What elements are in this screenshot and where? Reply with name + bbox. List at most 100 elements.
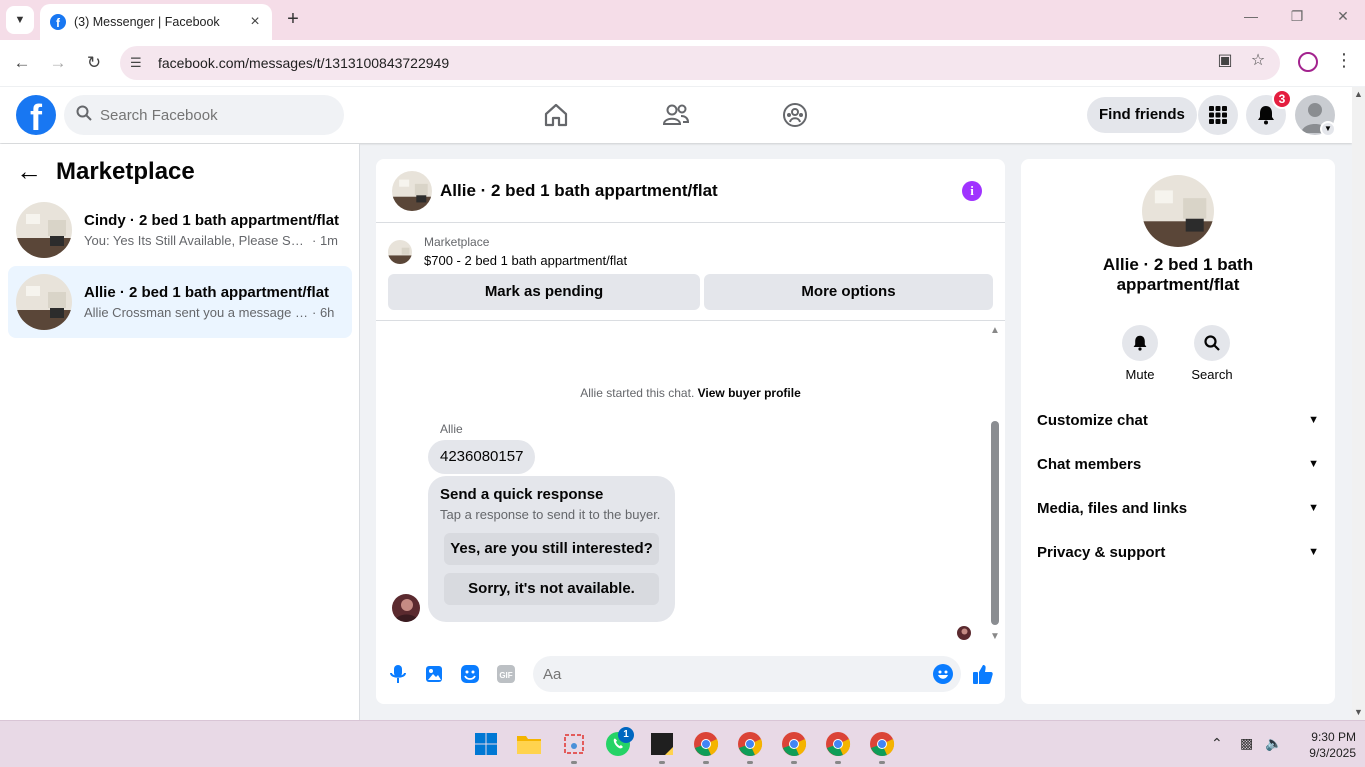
window-close-button[interactable]: ✕ xyxy=(1320,8,1365,25)
snipping-tool-icon[interactable] xyxy=(561,731,587,757)
bookmark-star-icon[interactable]: ☆ xyxy=(1245,50,1271,70)
chat-members-section[interactable]: Chat members ▼ xyxy=(1037,446,1319,482)
chrome-profile-2-icon[interactable] xyxy=(737,731,763,757)
section-label: Chat members xyxy=(1037,455,1142,473)
minimize-button[interactable]: — xyxy=(1228,8,1274,24)
running-indicator xyxy=(571,761,577,764)
back-arrow-icon[interactable]: ← xyxy=(16,156,48,187)
facebook-search-input[interactable] xyxy=(100,106,320,124)
find-friends-button[interactable]: Find friends xyxy=(1087,97,1197,133)
whatsapp-unread-badge: 1 xyxy=(618,727,634,743)
file-explorer-icon[interactable] xyxy=(516,731,542,757)
chevron-down-icon: ▼ xyxy=(1308,458,1319,470)
microphone-icon[interactable] xyxy=(386,662,410,686)
friends-icon[interactable] xyxy=(656,99,696,131)
marketplace-listing-row[interactable]: Marketplace $700 - 2 bed 1 bath appartme… xyxy=(388,235,627,268)
panel-header: ← Marketplace xyxy=(16,156,195,187)
forward-button[interactable]: → xyxy=(45,50,71,76)
chevron-down-icon: ▼ xyxy=(1308,502,1319,514)
sticker-icon[interactable] xyxy=(458,662,482,686)
restore-button[interactable]: ❐ xyxy=(1274,8,1320,25)
chat-header: Allie · 2 bed 1 bath appartment/flat xyxy=(376,159,1005,223)
chevron-down-icon[interactable]: ▼ xyxy=(1320,121,1336,137)
privacy-support-section[interactable]: Privacy & support ▼ xyxy=(1037,534,1319,570)
conversation-item-allie[interactable]: Allie · 2 bed 1 bath appartment/flat All… xyxy=(8,266,352,338)
message-composer: GIF xyxy=(376,654,1005,694)
back-button[interactable]: ← xyxy=(9,50,35,76)
site-info-icon[interactable]: ☰ xyxy=(130,55,150,71)
page-scrollbar[interactable]: ▲ ▼ xyxy=(1352,87,1365,720)
chrome-profile-3-icon[interactable] xyxy=(781,731,807,757)
groups-icon[interactable] xyxy=(775,99,815,131)
section-label: Customize chat xyxy=(1037,411,1148,429)
chat-listing-avatar[interactable] xyxy=(392,170,432,211)
media-files-links-section[interactable]: Media, files and links ▼ xyxy=(1037,490,1319,526)
details-name-text: Allie · 2 bed 1 bath appartment/flat xyxy=(1102,255,1254,294)
photo-icon[interactable] xyxy=(422,662,446,686)
scroll-down-icon[interactable]: ▼ xyxy=(990,631,1000,642)
network-icon[interactable]: ▩ xyxy=(1240,735,1253,752)
browser-tab-messenger[interactable]: f (3) Messenger | Facebook × xyxy=(40,4,272,40)
mute-button[interactable]: Mute xyxy=(1110,325,1170,382)
message-input-box[interactable] xyxy=(533,656,961,692)
facebook-search[interactable] xyxy=(64,95,344,135)
bell-icon xyxy=(1258,106,1274,125)
windows-start-icon[interactable] xyxy=(473,731,499,757)
show-hidden-icons-chevron-icon[interactable]: ⌃ xyxy=(1211,735,1223,752)
tab-close-icon[interactable]: × xyxy=(246,13,264,31)
new-tab-button[interactable]: + xyxy=(282,8,304,30)
listing-title: $700 - 2 bed 1 bath appartment/flat xyxy=(424,253,628,268)
mute-label: Mute xyxy=(1125,367,1155,382)
quick-response-interested-button[interactable]: Yes, are you still interested? xyxy=(444,533,659,565)
conversation-item-cindy[interactable]: Cindy · 2 bed 1 bath appartment/flat You… xyxy=(8,194,352,266)
chat-scrollbar[interactable]: ▲ ▼ xyxy=(989,325,1001,643)
chrome-profile-5-icon[interactable] xyxy=(869,731,895,757)
info-icon[interactable]: i xyxy=(962,181,982,201)
scroll-down-icon[interactable]: ▼ xyxy=(1354,707,1363,717)
customize-chat-section[interactable]: Customize chat ▼ xyxy=(1037,402,1319,438)
chrome-profile-1-icon[interactable] xyxy=(693,731,719,757)
system-clock[interactable]: 9:30 PM 9/3/2025 xyxy=(1290,729,1356,761)
svg-text:GIF: GIF xyxy=(499,671,512,680)
sender-avatar[interactable] xyxy=(392,594,420,622)
home-icon[interactable] xyxy=(536,99,576,131)
install-app-icon[interactable]: ▣ xyxy=(1212,50,1238,70)
search-in-conversation-button[interactable]: Search xyxy=(1182,325,1242,382)
address-bar[interactable]: ☰ facebook.com/messages/t/13131008437229… xyxy=(120,46,1280,80)
scroll-up-icon[interactable]: ▲ xyxy=(1354,89,1363,99)
scrollbar-thumb[interactable] xyxy=(991,421,999,625)
emoji-icon[interactable] xyxy=(933,664,953,684)
gif-icon[interactable]: GIF xyxy=(494,662,518,686)
browser-toolbar: ← → ↻ ☰ facebook.com/messages/t/13131008… xyxy=(0,40,1365,86)
like-thumbs-up-icon[interactable] xyxy=(971,662,995,686)
menu-grid-button[interactable] xyxy=(1198,95,1238,135)
marketplace-conversations-panel: ← Marketplace Cindy · 2 bed 1 bath appar… xyxy=(0,144,360,720)
section-label: Privacy & support xyxy=(1037,543,1166,561)
conversation-name: Cindy · 2 bed 1 bath appartment/flat xyxy=(84,212,340,229)
chat-title[interactable]: Allie · 2 bed 1 bath appartment/flat xyxy=(440,181,718,201)
sticky-notes-icon[interactable] xyxy=(649,731,675,757)
facebook-header: f Find friends 3 ▼ xyxy=(0,87,1352,143)
windows-taskbar: ⌃ ▩ 🔈 9:30 PM 9/3/2025 xyxy=(0,720,1365,767)
search-label: Search xyxy=(1191,367,1233,382)
browser-menu-icon[interactable]: ⋮ xyxy=(1334,50,1354,71)
scroll-up-icon[interactable]: ▲ xyxy=(990,325,1000,336)
more-options-button[interactable]: More options xyxy=(704,274,993,310)
facebook-logo-icon[interactable]: f xyxy=(16,95,56,135)
reload-button[interactable]: ↻ xyxy=(81,50,107,76)
browser-profile-icon[interactable] xyxy=(1298,52,1318,72)
quick-response-subtitle: Tap a response to send it to the buyer. xyxy=(440,507,661,522)
listing-avatar-large[interactable] xyxy=(1142,175,1214,247)
message-input[interactable] xyxy=(543,665,903,683)
tab-search-button[interactable]: ▼ xyxy=(6,6,34,34)
message-bubble[interactable]: 4236080157 xyxy=(428,440,536,474)
url-text: facebook.com/messages/t/1313100843722949 xyxy=(158,55,450,71)
conversation-time: · 6h xyxy=(312,305,335,320)
chrome-profile-4-icon[interactable] xyxy=(825,731,851,757)
search-icon xyxy=(1194,325,1230,361)
running-indicator xyxy=(703,761,709,764)
volume-icon[interactable]: 🔈 xyxy=(1265,735,1282,752)
quick-response-not-available-button[interactable]: Sorry, it's not available. xyxy=(444,573,659,605)
mark-as-pending-button[interactable]: Mark as pending xyxy=(388,274,700,310)
view-buyer-profile-link[interactable]: View buyer profile xyxy=(698,386,801,400)
